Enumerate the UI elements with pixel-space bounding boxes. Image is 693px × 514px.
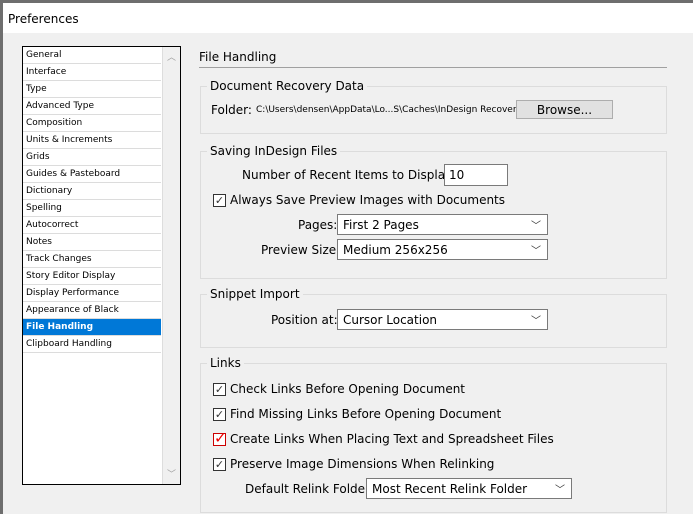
sidebar-item-notes[interactable]: Notes xyxy=(23,234,161,251)
sidebar-item-file-handling[interactable]: File Handling xyxy=(23,319,161,336)
category-list: ︿ ﹀ General Interface Type Advanced Type Com… xyxy=(22,46,181,485)
position-select[interactable]: Cursor Location ﹀ xyxy=(337,309,548,330)
sidebar-item-interface[interactable]: Interface xyxy=(23,64,161,81)
preview-size-label: Preview Size: xyxy=(261,243,341,257)
folder-path: C:\Users\densen\AppData\Lo...S\Caches\In… xyxy=(256,105,522,115)
sidebar-item-general[interactable]: General xyxy=(23,47,161,64)
group-label: Saving InDesign Files xyxy=(207,144,341,158)
position-value: Cursor Location xyxy=(343,313,438,327)
save-preview-checkbox[interactable]: ✓ xyxy=(213,194,226,207)
sidebar-item-guides-pasteboard[interactable]: Guides & Pasteboard xyxy=(23,166,161,183)
group-snippet: Snippet Import Position at: Cursor Locat… xyxy=(200,287,667,348)
scroll-down-icon[interactable]: ﹀ xyxy=(167,467,176,480)
chevron-down-icon: ﹀ xyxy=(531,221,541,232)
preserve-dimensions-label: Preserve Image Dimensions When Relinking xyxy=(230,457,495,471)
group-saving: Saving InDesign Files Number of Recent I… xyxy=(200,144,667,279)
divider xyxy=(199,67,667,68)
page-title: File Handling xyxy=(199,50,277,64)
sidebar-item-advanced-type[interactable]: Advanced Type xyxy=(23,98,161,115)
chevron-down-icon: ﹀ xyxy=(531,246,541,257)
scroll-up-icon[interactable]: ︿ xyxy=(167,50,176,63)
relink-folder-select[interactable]: Most Recent Relink Folder ﹀ xyxy=(366,478,572,499)
browse-button[interactable]: Browse... xyxy=(516,100,613,119)
position-label: Position at: xyxy=(271,313,338,327)
group-label: Links xyxy=(207,356,244,370)
create-links-checkbox[interactable]: ✓ xyxy=(213,431,227,446)
create-links-label: Create Links When Placing Text and Sprea… xyxy=(230,432,554,446)
sidebar-item-spelling[interactable]: Spelling xyxy=(23,200,161,217)
find-missing-links-checkbox[interactable]: ✓ xyxy=(213,408,226,421)
preview-size-select[interactable]: Medium 256x256 ﹀ xyxy=(337,239,548,260)
preview-size-value: Medium 256x256 xyxy=(343,243,448,257)
sidebar-item-appearance-of-black[interactable]: Appearance of Black xyxy=(23,302,161,319)
title-bar: Preferences xyxy=(3,3,693,33)
recent-items-input[interactable]: 10 xyxy=(444,164,508,186)
sidebar-item-track-changes[interactable]: Track Changes xyxy=(23,251,161,268)
sidebar-item-clipboard-handling[interactable]: Clipboard Handling xyxy=(23,336,161,353)
check-links-label: Check Links Before Opening Document xyxy=(230,382,466,396)
sidebar-item-units-increments[interactable]: Units & Increments xyxy=(23,132,161,149)
sidebar-item-display-performance[interactable]: Display Performance xyxy=(23,285,161,302)
group-links: Links ✓ Check Links Before Opening Docum… xyxy=(200,356,667,513)
find-missing-links-label: Find Missing Links Before Opening Docume… xyxy=(230,407,502,421)
save-preview-label: Always Save Preview Images with Document… xyxy=(230,193,506,207)
pages-value: First 2 Pages xyxy=(343,218,419,232)
sidebar-item-story-editor-display[interactable]: Story Editor Display xyxy=(23,268,161,285)
sidebar-item-type[interactable]: Type xyxy=(23,81,161,98)
recent-items-label: Number of Recent Items to Display: xyxy=(242,168,456,182)
pages-select[interactable]: First 2 Pages ﹀ xyxy=(337,214,548,235)
scrollbar[interactable]: ︿ ﹀ xyxy=(162,47,180,484)
chevron-down-icon: ﹀ xyxy=(531,316,541,327)
group-label: Document Recovery Data xyxy=(207,79,368,93)
sidebar-item-composition[interactable]: Composition xyxy=(23,115,161,132)
sidebar-item-grids[interactable]: Grids xyxy=(23,149,161,166)
preserve-dimensions-checkbox[interactable]: ✓ xyxy=(213,458,226,471)
sidebar-item-autocorrect[interactable]: Autocorrect xyxy=(23,217,161,234)
relink-folder-value: Most Recent Relink Folder xyxy=(372,482,528,496)
group-label: Snippet Import xyxy=(207,287,303,301)
folder-label: Folder: xyxy=(211,103,252,117)
group-recovery: Document Recovery Data Folder: C:\Users\… xyxy=(200,79,667,134)
sidebar-item-dictionary[interactable]: Dictionary xyxy=(23,183,161,200)
pages-label: Pages: xyxy=(298,218,338,232)
check-links-checkbox[interactable]: ✓ xyxy=(213,383,226,396)
preferences-dialog: Preferences ︿ ﹀ General Interface Type Adva… xyxy=(3,3,693,514)
chevron-down-icon: ﹀ xyxy=(555,485,565,496)
relink-folder-label: Default Relink Folder: xyxy=(245,482,374,496)
